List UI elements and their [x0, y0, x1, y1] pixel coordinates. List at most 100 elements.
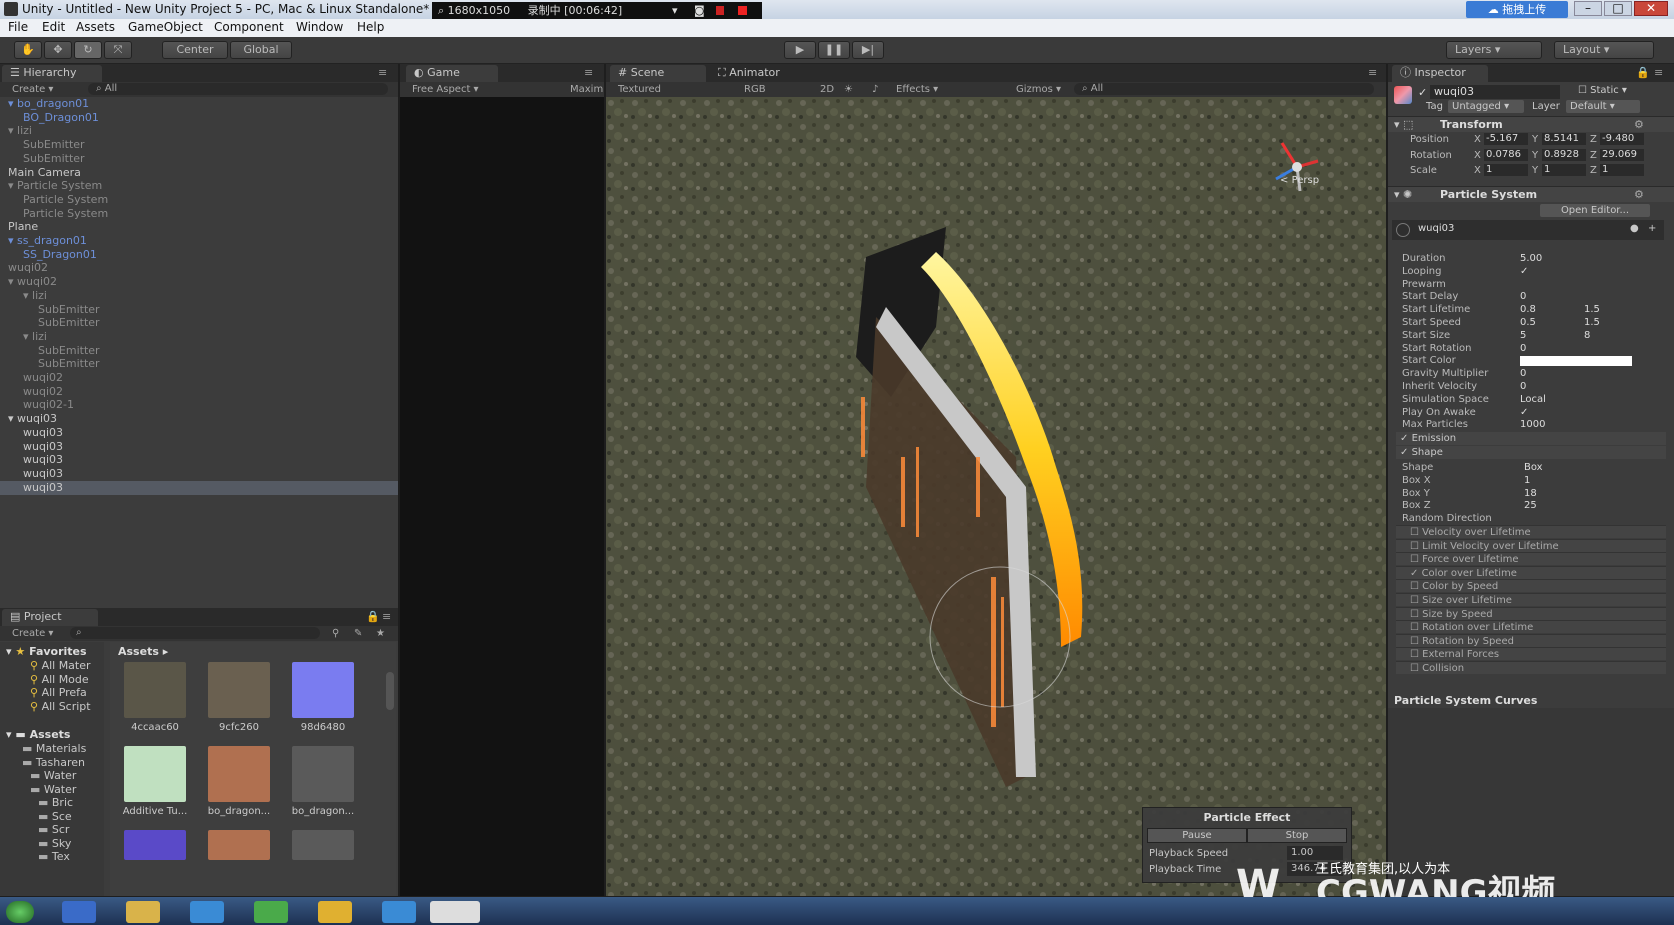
scrollbar[interactable] — [386, 672, 394, 710]
module-checkbox[interactable]: ☐ — [1410, 595, 1422, 606]
asset-thumbnail[interactable] — [208, 746, 270, 802]
expand-arrow-icon[interactable]: ▾ — [8, 234, 17, 247]
particle-prop-value[interactable]: 0.8 — [1520, 304, 1536, 315]
play-button[interactable]: ▶ — [784, 41, 816, 59]
chrome-icon[interactable] — [318, 901, 352, 923]
scene-viewport[interactable]: < Persp Particle Effect Pause Stop Playb… — [606, 97, 1386, 896]
asset-thumbnail[interactable] — [124, 830, 186, 860]
hierarchy-item[interactable]: wuqi02 — [0, 261, 398, 275]
rotation-x-field[interactable]: 0.0786 — [1484, 148, 1528, 161]
module-checkbox[interactable]: ✓ — [1410, 568, 1422, 579]
panel-menu-icon[interactable]: ≡ — [584, 66, 593, 79]
particle-system-name-row[interactable]: wuqi03 ● + — [1392, 220, 1664, 240]
particle-prop-value-max[interactable]: 1.5 — [1584, 317, 1600, 328]
particle-module[interactable]: ☐ Limit Velocity over Lifetime — [1396, 538, 1666, 552]
asset-thumbnail[interactable] — [124, 662, 186, 718]
particle-prop-value[interactable] — [1520, 356, 1632, 367]
module-checkbox[interactable]: ☐ — [1410, 636, 1422, 647]
effects-dropdown[interactable]: Effects ▾ — [896, 82, 938, 97]
move-tool-icon[interactable]: ✥ — [44, 41, 72, 59]
menu-gameobject[interactable]: GameObject — [128, 20, 203, 34]
expand-arrow-icon[interactable]: ▾ — [8, 97, 17, 110]
hierarchy-item[interactable]: SubEmitter — [0, 344, 398, 358]
light-icon[interactable]: ☀ — [844, 82, 853, 97]
assets-tree-header[interactable]: ▾ ▬ Assets — [6, 728, 70, 742]
asset-thumbnail[interactable] — [208, 662, 270, 718]
layer-dropdown[interactable]: Default ▾ — [1566, 100, 1640, 113]
expand-arrow-icon[interactable]: ▾ — [8, 179, 17, 192]
rotate-tool-icon[interactable]: ↻ — [74, 41, 102, 59]
open-editor-button[interactable]: Open Editor... — [1540, 204, 1650, 217]
asset-thumbnail[interactable] — [208, 830, 270, 860]
shading-dropdown[interactable]: Textured — [618, 82, 661, 97]
hierarchy-item[interactable]: wuqi02-1 — [0, 398, 398, 412]
tab-hierarchy[interactable]: ☰ Hierarchy — [2, 65, 102, 82]
particle-prop-value[interactable]: 5.00 — [1520, 253, 1542, 264]
position-y-field[interactable]: 8.5141 — [1542, 133, 1586, 145]
favorite-item[interactable]: ⚲ All Script — [30, 700, 91, 714]
hierarchy-item[interactable]: ▾ bo_dragon01 — [0, 97, 398, 111]
panel-menu-icon[interactable]: ≡ — [378, 66, 387, 79]
hierarchy-item[interactable]: wuqi02 — [0, 385, 398, 399]
explorer-icon[interactable] — [126, 901, 160, 923]
shape-module[interactable]: ✓ Shape — [1396, 446, 1666, 459]
particle-module[interactable]: ☐ Rotation by Speed — [1396, 633, 1666, 647]
hierarchy-item[interactable]: wuqi03 — [0, 467, 398, 481]
pause-effect-button[interactable]: Pause — [1147, 828, 1247, 843]
maximize-icon[interactable]: □ — [1604, 1, 1632, 16]
position-x-field[interactable]: -5.167 — [1484, 133, 1528, 145]
tab-project[interactable]: ▤ Project — [2, 609, 98, 626]
rgb-dropdown[interactable]: RGB — [744, 82, 766, 97]
upload-button[interactable]: ☁ 拖拽上传 — [1466, 1, 1568, 18]
hierarchy-item[interactable]: SS_Dragon01 — [0, 248, 398, 262]
scene-search-input[interactable]: ⌕ All — [1074, 83, 1374, 95]
close-icon[interactable]: ✕ — [1634, 1, 1668, 16]
rotation-y-field[interactable]: 0.8928 — [1542, 148, 1586, 161]
hierarchy-item[interactable]: ▾ ss_dragon01 — [0, 234, 398, 248]
emission-module[interactable]: ✓ Emission — [1396, 432, 1666, 445]
filter-label-icon[interactable]: ✎ — [354, 626, 362, 641]
unity-taskbar-icon[interactable] — [430, 901, 480, 923]
particle-prop-value[interactable]: ✓ — [1520, 407, 1528, 418]
hierarchy-item[interactable]: wuqi03 — [0, 440, 398, 454]
project-search-input[interactable]: ⌕ — [70, 627, 320, 639]
asset-thumbnail[interactable] — [292, 746, 354, 802]
hierarchy-item[interactable]: wuqi03 — [0, 426, 398, 440]
tab-inspector[interactable]: ⓘ Inspector — [1392, 65, 1488, 82]
module-checkbox[interactable]: ☐ — [1410, 541, 1422, 552]
tab-game[interactable]: ◐ Game — [406, 65, 498, 82]
hierarchy-item[interactable]: Particle System — [0, 207, 398, 221]
stop-record-icon[interactable] — [738, 6, 747, 15]
maximize-on-play-button[interactable]: Maxim — [570, 82, 603, 97]
browser-icon[interactable] — [190, 901, 224, 923]
hierarchy-item[interactable]: ▾ wuqi03 — [0, 412, 398, 426]
project-create-button[interactable]: Create ▾ — [12, 626, 53, 641]
project-folder[interactable]: ▬ Tasharen — [22, 756, 85, 770]
panel-menu-icon[interactable]: ≡ — [1368, 66, 1377, 79]
tab-animator[interactable]: ⛶ Animator — [710, 65, 810, 82]
hierarchy-item[interactable]: wuqi02 — [0, 371, 398, 385]
project-folder[interactable]: ▬ Sce — [38, 810, 72, 824]
static-checkbox[interactable]: ☐ Static ▾ — [1578, 85, 1627, 96]
tag-dropdown[interactable]: Untagged ▾ — [1448, 100, 1524, 113]
pause-record-icon[interactable] — [716, 6, 724, 15]
project-folder[interactable]: ▬ Water — [30, 769, 76, 783]
particle-prop-value[interactable]: 0 — [1520, 291, 1526, 302]
add-icon[interactable]: + — [1648, 223, 1656, 234]
menu-help[interactable]: Help — [357, 20, 384, 34]
hand-tool-icon[interactable]: ✋ — [14, 41, 42, 59]
particle-prop-value[interactable]: Local — [1520, 394, 1546, 405]
step-button[interactable]: ▶| — [852, 41, 884, 59]
menu-component[interactable]: Component — [214, 20, 284, 34]
pause-button[interactable]: ❚❚ — [818, 41, 850, 59]
scale-x-field[interactable]: 1 — [1484, 164, 1528, 176]
hierarchy-item[interactable]: ▾ Particle System — [0, 179, 398, 193]
expand-arrow-icon[interactable]: ▾ — [8, 412, 17, 425]
menu-assets[interactable]: Assets — [76, 20, 115, 34]
particle-prop-value[interactable]: 0 — [1520, 381, 1526, 392]
module-checkbox[interactable]: ☐ — [1410, 554, 1422, 565]
layout-dropdown[interactable]: Layout ▾ — [1554, 41, 1654, 59]
persp-label[interactable]: < Persp — [1280, 175, 1319, 186]
particle-module[interactable]: ☐ External Forces — [1396, 647, 1666, 661]
hierarchy-item[interactable]: Main Camera — [0, 166, 398, 180]
